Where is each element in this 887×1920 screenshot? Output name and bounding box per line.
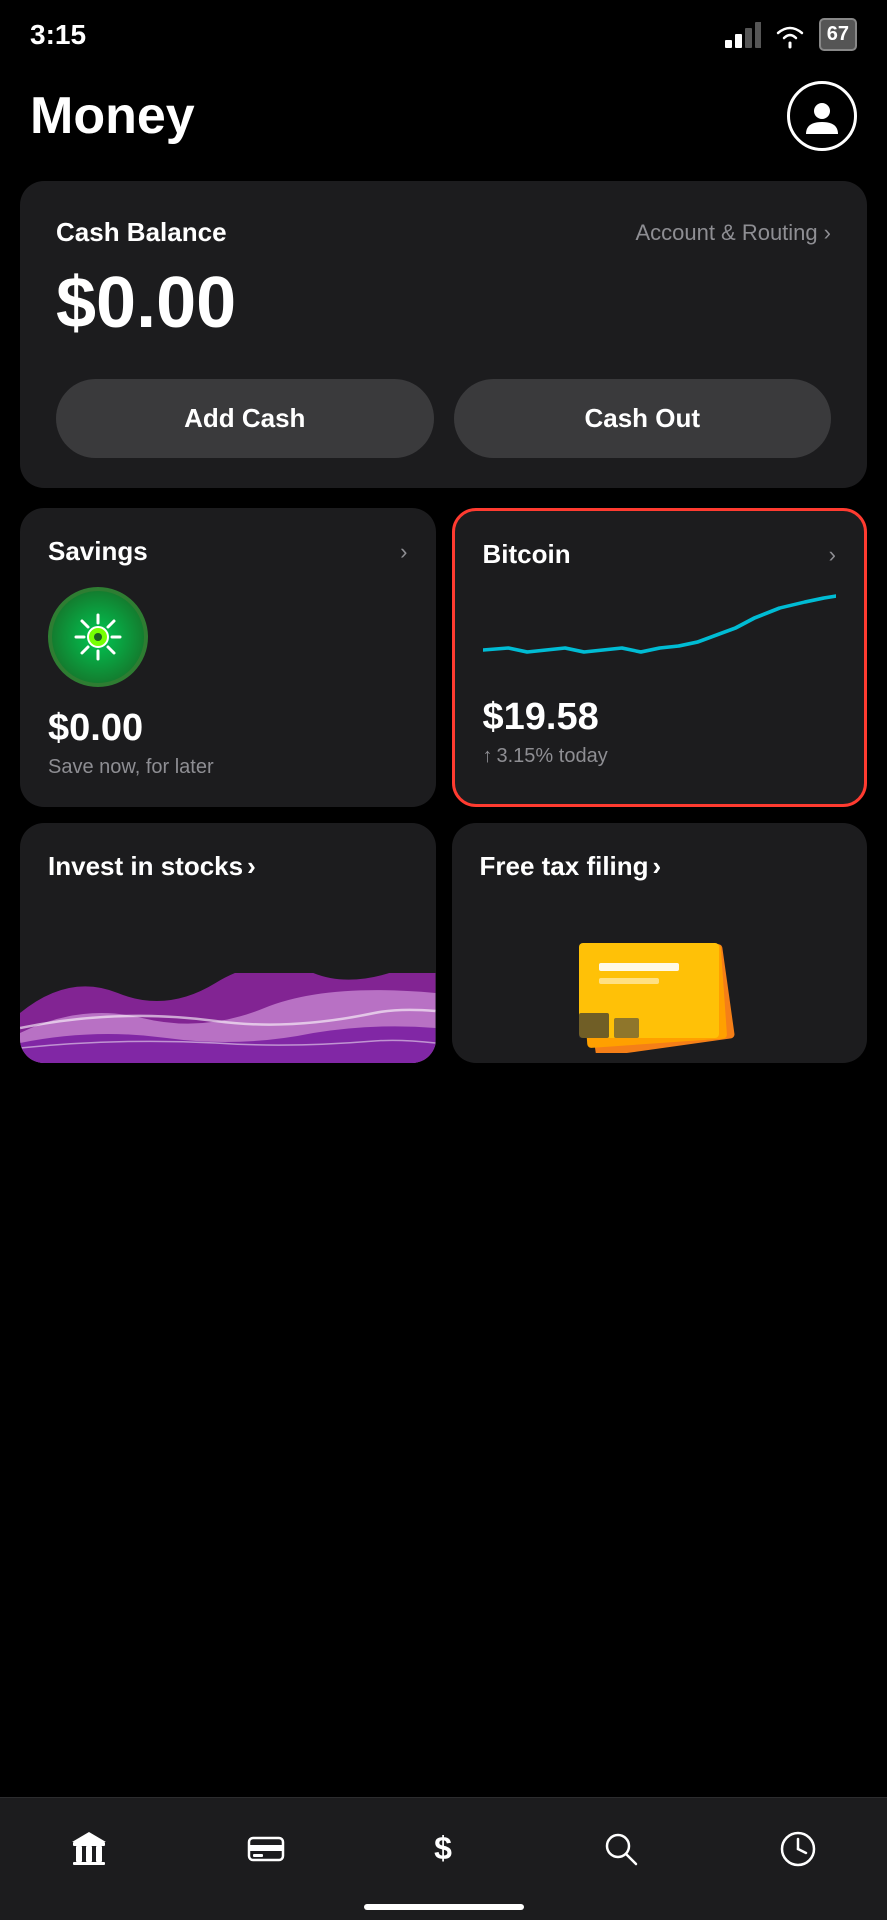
cash-out-button[interactable]: Cash Out [454, 379, 832, 458]
savings-gear-icon [68, 607, 128, 667]
nav-home[interactable] [48, 1818, 130, 1880]
dollar-icon: $ [422, 1828, 464, 1870]
bitcoin-title-row: Bitcoin › [483, 539, 837, 570]
status-time: 3:15 [30, 19, 86, 51]
cards-grid: Savings › $0.00 [20, 508, 867, 807]
bitcoin-title: Bitcoin [483, 539, 571, 570]
savings-chevron: › [400, 539, 407, 565]
tax-filing-card[interactable]: Free tax filing › [452, 823, 868, 1063]
status-bar: 3:15 67 [0, 0, 887, 61]
cash-balance-card: Cash Balance Account & Routing › $0.00 A… [20, 181, 867, 488]
main-content: Cash Balance Account & Routing › $0.00 A… [0, 181, 887, 1063]
nav-activity[interactable] [757, 1818, 839, 1880]
account-routing-link[interactable]: Account & Routing › [635, 220, 831, 246]
tax-filing-title: Free tax filing › [452, 823, 868, 882]
cash-amount: $0.00 [56, 264, 831, 343]
savings-subtitle: Save now, for later [48, 756, 408, 779]
wifi-icon [771, 21, 809, 49]
savings-icon [48, 587, 148, 687]
home-icon [68, 1828, 110, 1870]
battery-icon: 67 [819, 18, 857, 51]
home-indicator [364, 1904, 524, 1910]
stocks-title-text: Invest in stocks [48, 851, 243, 882]
savings-card[interactable]: Savings › $0.00 [20, 508, 436, 807]
nav-cash[interactable]: $ [402, 1818, 484, 1880]
stocks-illustration [20, 893, 436, 1063]
nav-card[interactable] [225, 1818, 307, 1880]
savings-amount: $0.00 [48, 707, 408, 750]
stocks-card[interactable]: Invest in stocks› [20, 823, 436, 1063]
bitcoin-change-arrow: ↑ [483, 745, 493, 768]
svg-text:$: $ [435, 1830, 453, 1866]
add-cash-button[interactable]: Add Cash [56, 379, 434, 458]
page-title: Money [30, 86, 195, 146]
bitcoin-change-text: 3.15% today [497, 745, 608, 768]
tax-filing-title-text: Free tax filing [480, 851, 649, 882]
stocks-title: Invest in stocks› [20, 823, 436, 882]
cash-balance-label: Cash Balance [56, 217, 227, 248]
bitcoin-chart [483, 590, 837, 680]
bitcoin-change: ↑ 3.15% today [483, 745, 837, 768]
bitcoin-card[interactable]: Bitcoin › $19.58 ↑ 3.15% today [452, 508, 868, 807]
header: Money [0, 61, 887, 181]
nav-search[interactable] [580, 1818, 662, 1880]
clock-icon [777, 1828, 819, 1870]
profile-button[interactable] [787, 81, 857, 151]
action-buttons: Add Cash Cash Out [56, 379, 831, 458]
savings-title: Savings [48, 536, 148, 567]
search-icon [600, 1828, 642, 1870]
account-routing-text: Account & Routing [635, 220, 817, 246]
account-routing-chevron: › [824, 220, 831, 246]
bottom-cards-grid: Invest in stocks› Free t [20, 823, 867, 1063]
status-icons: 67 [725, 18, 857, 51]
tax-filing-chevron: › [653, 851, 662, 882]
bitcoin-chevron: › [829, 542, 836, 568]
cash-balance-top: Cash Balance Account & Routing › [56, 217, 831, 248]
profile-icon [802, 96, 842, 136]
stocks-chevron: › [247, 851, 256, 882]
tax-illustration [452, 893, 868, 1063]
bottom-nav: $ [0, 1797, 887, 1920]
savings-title-row: Savings › [48, 536, 408, 567]
card-icon [245, 1828, 287, 1870]
signal-icon [725, 22, 761, 48]
bitcoin-amount: $19.58 [483, 696, 837, 739]
